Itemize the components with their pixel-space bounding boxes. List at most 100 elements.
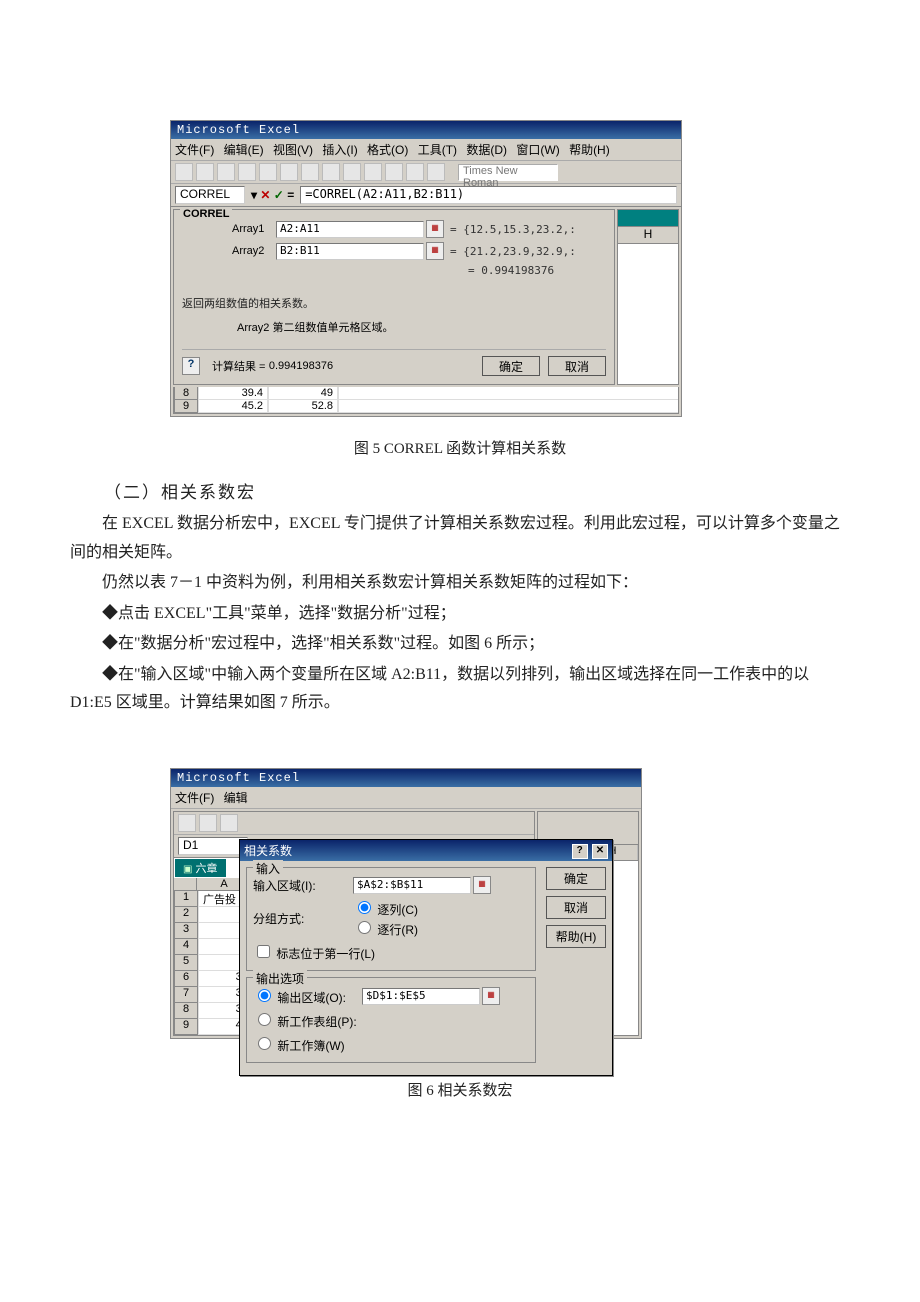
- dropdown-icon[interactable]: ▾: [251, 188, 257, 202]
- output-range-field[interactable]: $D$1:$E$5: [362, 988, 480, 1005]
- by-column-label: 逐列(C): [377, 903, 418, 917]
- cancel-button[interactable]: 取消: [546, 896, 606, 919]
- print-icon[interactable]: [238, 163, 256, 181]
- cancel-button[interactable]: 取消: [548, 356, 606, 376]
- row-header[interactable]: 4: [174, 939, 198, 955]
- cell-a9[interactable]: 45.2: [198, 400, 268, 413]
- open-icon[interactable]: [199, 814, 217, 832]
- figure5-excel-correl: Microsoft Excel 文件(F) 编辑(E) 视图(V) 插入(I) …: [170, 120, 682, 417]
- save-icon[interactable]: [220, 814, 238, 832]
- input-group-title: 输入: [253, 860, 283, 877]
- paragraph-2: 仍然以表 7－1 中资料为例，利用相关系数宏计算相关系数矩阵的过程如下：: [70, 569, 850, 598]
- array2-label: Array2: [232, 245, 276, 257]
- cell-a8[interactable]: 39.4: [198, 387, 268, 400]
- by-row-label: 逐行(R): [377, 923, 418, 937]
- menu-bar: 文件(F) 编辑(E) 视图(V) 插入(I) 格式(O) 工具(T) 数据(D…: [171, 139, 681, 161]
- redo-icon[interactable]: [343, 163, 361, 181]
- sheet-rows-under-dialog: 8 39.4 49 9 45.2 52.8: [173, 387, 679, 414]
- input-range-label: 输入区域(I):: [253, 877, 353, 894]
- help-icon[interactable]: [427, 163, 445, 181]
- help-icon[interactable]: ?: [572, 844, 588, 859]
- formula-input[interactable]: =CORREL(A2:A11,B2:B11): [300, 186, 677, 204]
- row-header-8[interactable]: 8: [174, 387, 198, 400]
- new-worksheet-radio[interactable]: 新工作表组(P):: [253, 1010, 357, 1030]
- help-icon[interactable]: ?: [182, 357, 200, 375]
- formula-bar: CORREL ▾ ✕ ✓ = =CORREL(A2:A11,B2:B11): [171, 184, 681, 207]
- bullet-2-text: 在"数据分析"宏过程中，选择"相关系数"过程。如图 6 所示；: [118, 635, 544, 652]
- array2-input[interactable]: B2:B11: [276, 243, 424, 260]
- help-button[interactable]: 帮助(H): [546, 925, 606, 948]
- sort-desc-icon[interactable]: [385, 163, 403, 181]
- cell-b8[interactable]: 49: [268, 387, 338, 400]
- cell-empty[interactable]: [338, 400, 678, 413]
- body-text: （二）相关系数宏 在 EXCEL 数据分析宏中，EXCEL 专门提供了计算相关系…: [70, 478, 850, 718]
- section-heading: （二）相关系数宏: [70, 478, 850, 509]
- save-icon[interactable]: [217, 163, 235, 181]
- menu-view[interactable]: 视图(V): [273, 143, 313, 157]
- workbook-tab[interactable]: ▣ 六章: [175, 859, 226, 877]
- bullet-3: ◆在"输入区域"中输入两个变量所在区域 A2:B11，数据以列排列，输出区域选择…: [70, 661, 850, 719]
- by-row-radio[interactable]: 逐行(R): [353, 918, 418, 938]
- row-header[interactable]: 6: [174, 971, 198, 987]
- range-picker-icon[interactable]: ▦: [473, 876, 491, 894]
- row-header[interactable]: 2: [174, 907, 198, 923]
- output-group-title: 输出选项: [253, 970, 307, 987]
- function-name: CORREL: [180, 208, 232, 220]
- row-header[interactable]: 7: [174, 987, 198, 1003]
- font-select[interactable]: Times New Roman: [458, 164, 558, 181]
- row-header[interactable]: 3: [174, 923, 198, 939]
- new-icon[interactable]: [175, 163, 193, 181]
- close-icon[interactable]: ✕: [592, 844, 608, 859]
- menu-window[interactable]: 窗口(W): [516, 143, 559, 157]
- menu-file[interactable]: 文件(F): [175, 143, 214, 157]
- confirm-edit-icon[interactable]: ✓: [274, 188, 284, 202]
- menu-help[interactable]: 帮助(H): [569, 143, 610, 157]
- cancel-edit-icon[interactable]: ✕: [260, 188, 270, 202]
- menu-edit-partial[interactable]: 编辑: [224, 791, 248, 805]
- dialog-title: 相关系数: [244, 842, 292, 859]
- sheet-right-column: H: [617, 209, 679, 385]
- row-header-9[interactable]: 9: [174, 400, 198, 413]
- menu-edit[interactable]: 编辑(E): [224, 143, 264, 157]
- menu-tools[interactable]: 工具(T): [418, 143, 457, 157]
- row-header[interactable]: 9: [174, 1019, 198, 1035]
- range-picker-icon[interactable]: ▦: [482, 987, 500, 1005]
- name-box[interactable]: D1: [178, 837, 248, 855]
- toolbar: Times New Roman: [171, 161, 681, 184]
- cell-b9[interactable]: 52.8: [268, 400, 338, 413]
- new-icon[interactable]: [178, 814, 196, 832]
- range-picker-icon[interactable]: ▦: [426, 242, 444, 260]
- cell-empty[interactable]: [338, 387, 678, 400]
- chart-icon[interactable]: [406, 163, 424, 181]
- ok-button[interactable]: 确定: [482, 356, 540, 376]
- array1-input[interactable]: A2:A11: [276, 221, 424, 238]
- copy-icon[interactable]: [280, 163, 298, 181]
- menu-insert[interactable]: 插入(I): [322, 143, 357, 157]
- by-column-radio[interactable]: 逐列(C): [353, 898, 418, 918]
- name-box[interactable]: CORREL: [175, 186, 245, 204]
- column-header-h[interactable]: H: [618, 227, 678, 244]
- undo-icon[interactable]: [322, 163, 340, 181]
- labels-first-row-checkbox[interactable]: 标志位于第一行(L): [253, 942, 375, 962]
- ok-button[interactable]: 确定: [546, 867, 606, 890]
- open-icon[interactable]: [196, 163, 214, 181]
- range-picker-icon[interactable]: ▦: [426, 220, 444, 238]
- select-all-corner[interactable]: [174, 878, 197, 890]
- output-range-radio[interactable]: 输出区域(O):: [253, 986, 346, 1006]
- formula-controls: ▾ ✕ ✓ =: [251, 188, 294, 202]
- menu-format[interactable]: 格式(O): [367, 143, 408, 157]
- new-workbook-radio[interactable]: 新工作簿(W): [253, 1034, 345, 1054]
- equals-icon[interactable]: =: [287, 188, 294, 202]
- row-header[interactable]: 5: [174, 955, 198, 971]
- cut-icon[interactable]: [259, 163, 277, 181]
- input-range-field[interactable]: $A$2:$B$11: [353, 877, 471, 894]
- bullet-1-text: 点击 EXCEL"工具"菜单，选择"数据分析"过程；: [118, 605, 456, 622]
- paste-icon[interactable]: [301, 163, 319, 181]
- row-header[interactable]: 1: [174, 891, 198, 907]
- sort-asc-icon[interactable]: [364, 163, 382, 181]
- row-header[interactable]: 8: [174, 1003, 198, 1019]
- labels-checkbox-label: 标志位于第一行(L): [276, 947, 375, 961]
- menu-data[interactable]: 数据(D): [466, 143, 507, 157]
- menu-file[interactable]: 文件(F): [175, 791, 214, 805]
- calc-result-label: 计算结果 =: [212, 358, 265, 374]
